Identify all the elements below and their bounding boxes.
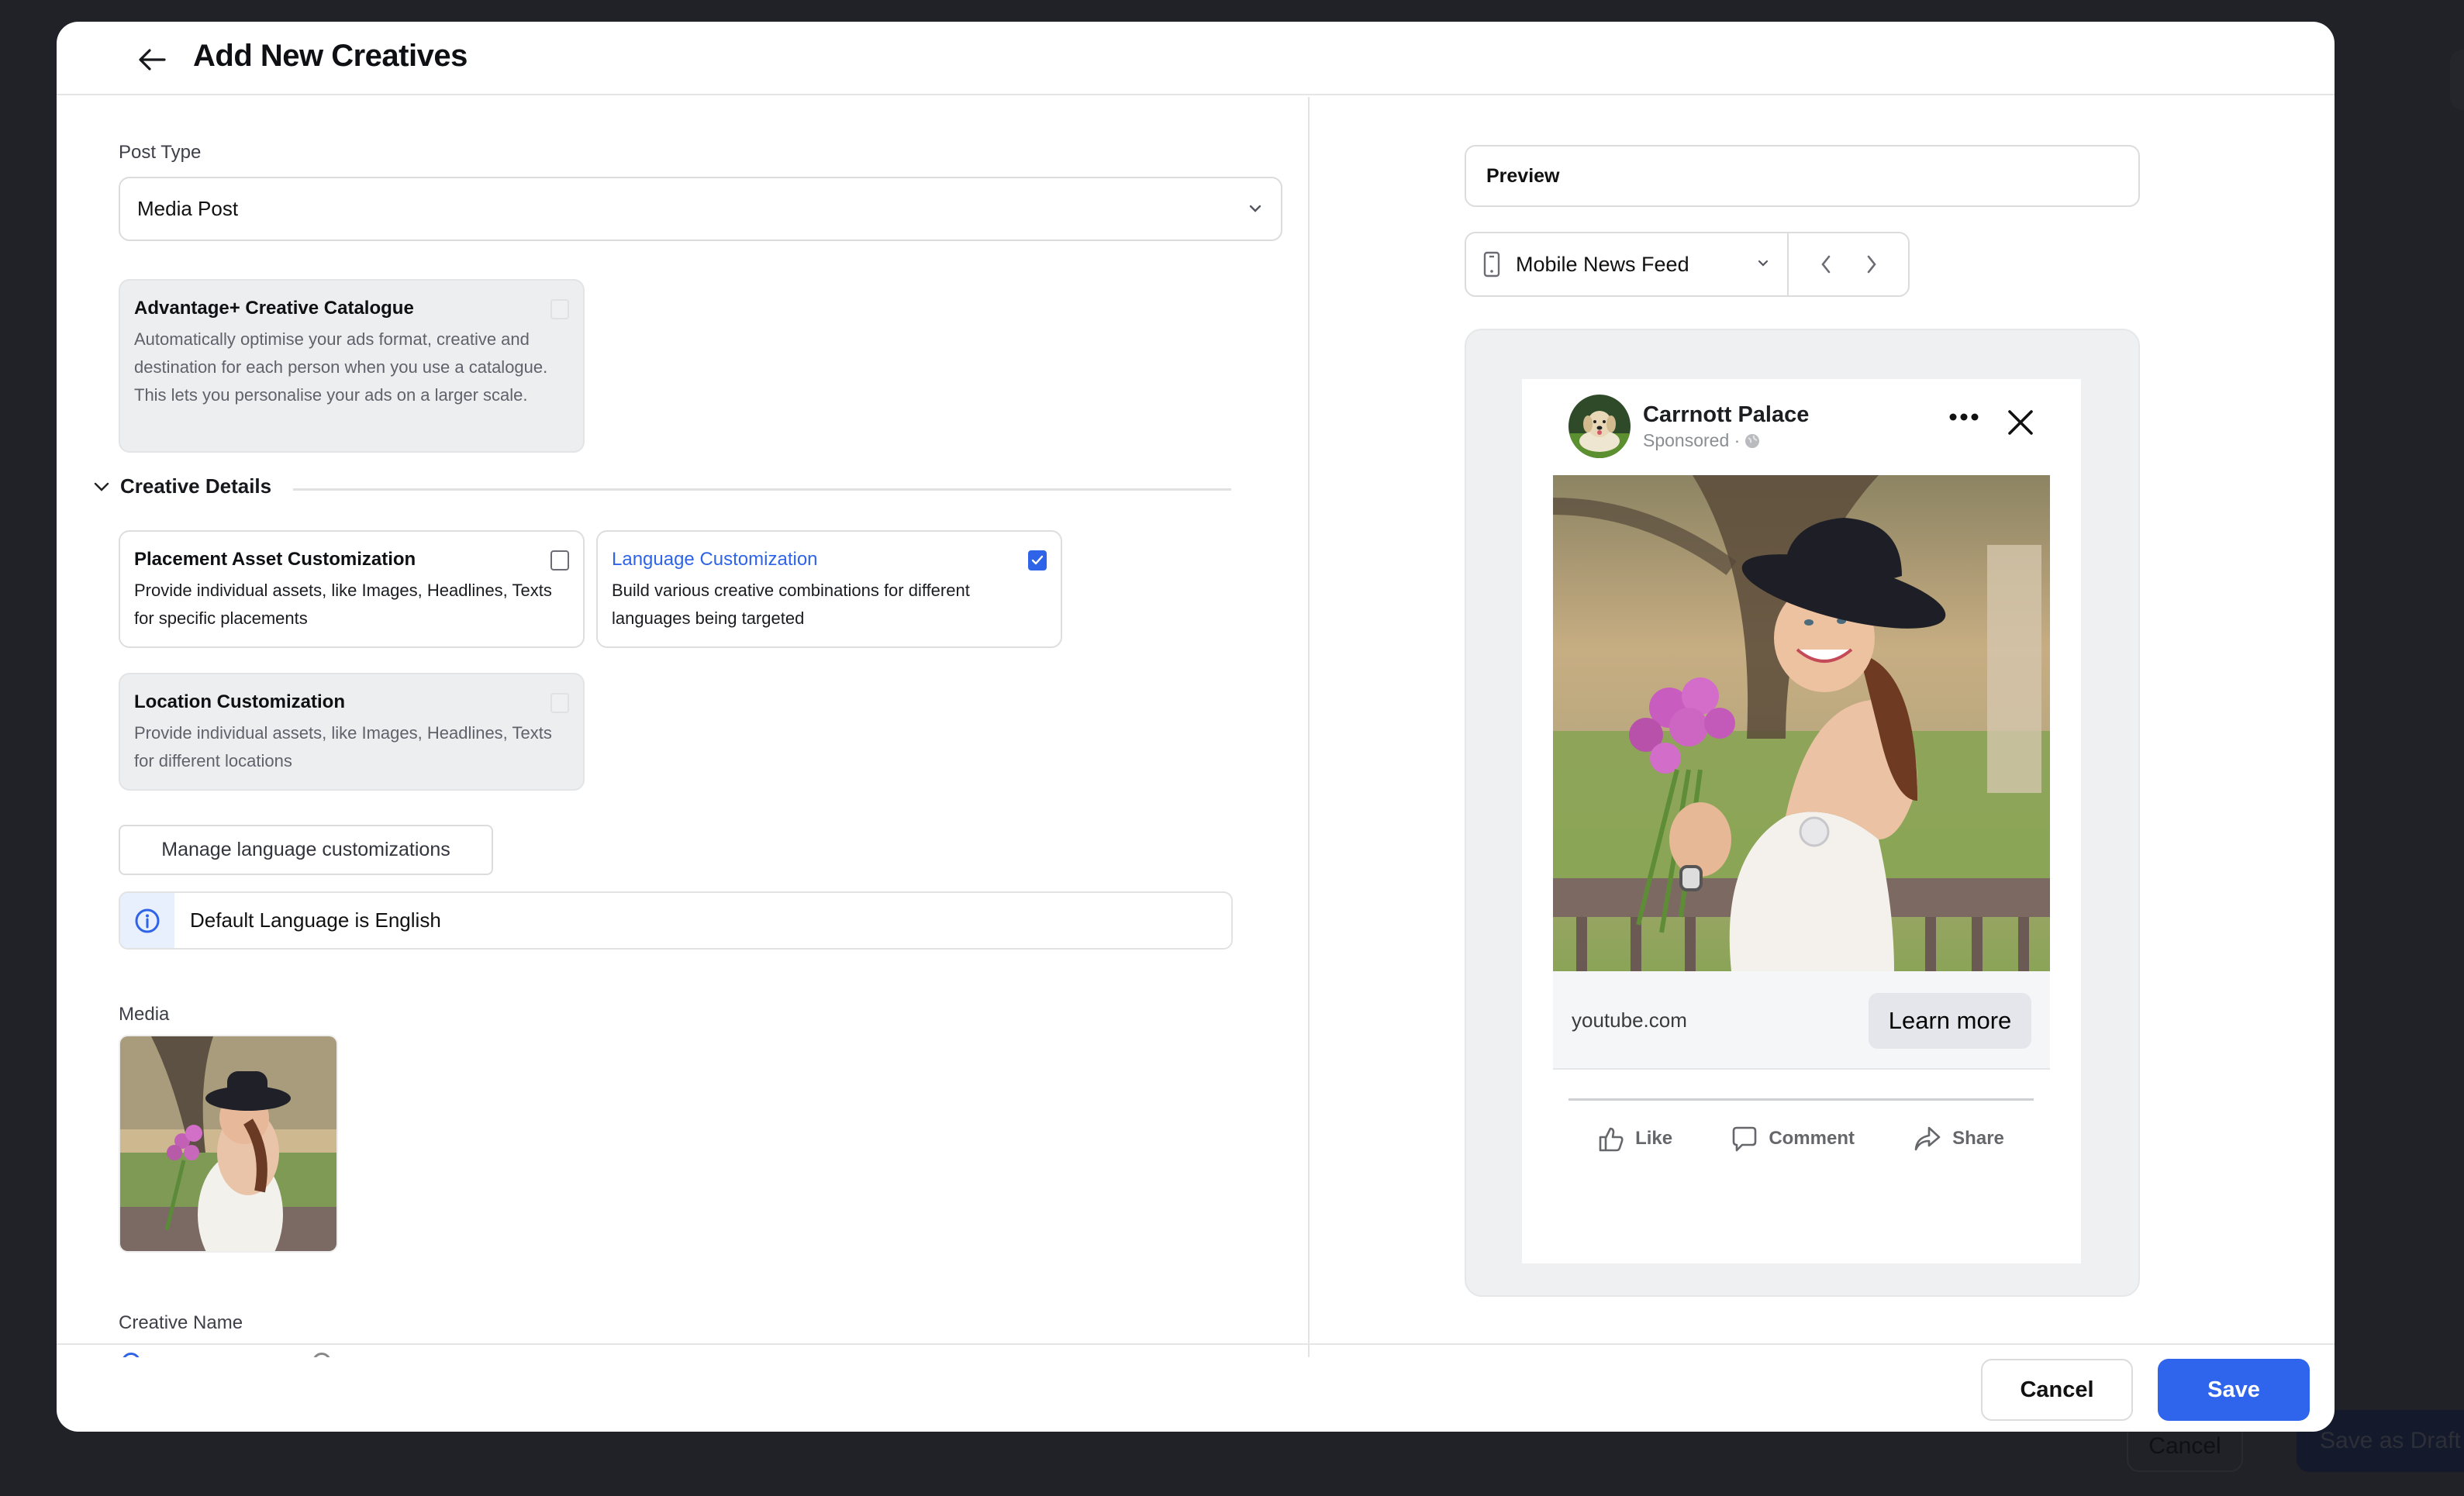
creative-details-toggle[interactable]: Creative Details [92,474,271,498]
location-customization-description: Provide individual assets, like Images, … [134,723,552,770]
default-language-banner: Default Language is English [119,891,1233,950]
comment-action[interactable]: Comment [1731,1125,1855,1152]
link-domain: youtube.com [1572,1008,1687,1032]
media-thumbnail[interactable] [119,1035,338,1253]
sponsored-text: Sponsored · [1643,430,1741,450]
learn-more-button[interactable]: Learn more [1869,993,2031,1049]
info-icon [135,908,160,932]
page-title: Add New Creatives [193,39,468,73]
previous-placement-button[interactable] [1810,249,1841,280]
chevron-down-icon [1758,260,1769,267]
language-customization-checkbox[interactable] [1028,550,1047,570]
post-cta-bar: youtube.com Learn more [1553,971,2050,1070]
share-icon [1914,1126,1941,1151]
language-customization-card[interactable]: Language Customization Build various cre… [596,530,1062,648]
like-action[interactable]: Like [1598,1125,1672,1152]
placement-customization-description: Provide individual assets, like Images, … [134,581,552,628]
creative-name-label: Creative Name [119,1312,243,1333]
placement-navigation [1789,233,1908,295]
manage-language-customizations-button[interactable]: Manage language customizations [119,825,493,875]
location-customization-title: Location Customization [134,691,345,712]
back-button[interactable] [133,40,171,79]
save-button[interactable]: Save [2158,1359,2310,1421]
more-options-button[interactable] [1948,412,1979,426]
preview-header: Preview [1465,145,2140,207]
placement-selector: Mobile News Feed [1465,232,1910,297]
creative-form: Post Type Media Post Advantage+ Creative… [57,97,1309,1357]
chevron-down-icon [94,482,109,491]
arrow-left-icon [139,49,166,71]
post-header: Carrnott Palace Sponsored · [1522,379,2081,475]
info-icon-container [120,893,174,948]
placement-customization-title: Placement Asset Customization [134,549,416,570]
language-customization-title: Language Customization [612,549,818,570]
page-name: Carrnott Palace [1643,402,1810,427]
add-creatives-modal: Add New Creatives Post Type Media Post A… [57,22,2335,1432]
cancel-button[interactable]: Cancel [1981,1359,2133,1421]
background-panel-edge [2450,50,2464,110]
hide-ad-button[interactable] [2007,408,2034,440]
section-divider [293,488,1231,491]
modal-footer: Cancel Save [57,1343,2335,1432]
modal-header: Add New Creatives [57,22,2335,95]
media-label: Media [119,1004,170,1025]
media-photo-image [120,1036,336,1251]
chevron-down-icon [1249,205,1261,212]
sponsored-label: Sponsored · [1643,430,1760,451]
placement-customization-card[interactable]: Placement Asset Customization Provide in… [119,530,585,648]
page-avatar [1568,395,1631,458]
advantage-catalogue-title: Advantage+ Creative Catalogue [134,298,414,319]
like-label: Like [1635,1128,1673,1149]
location-customization-checkbox[interactable] [550,693,569,713]
advantage-catalogue-checkbox[interactable] [550,299,569,319]
next-placement-button[interactable] [1856,249,1887,280]
post-media [1553,475,2050,971]
language-customization-description: Build various creative combinations for … [612,581,970,628]
ad-photo-image [1553,475,2050,971]
chevron-left-icon [1820,255,1830,274]
globe-icon [1745,433,1760,448]
share-label: Share [1952,1128,2004,1149]
post-actions: Like Comment Share [1568,1112,2034,1166]
facebook-post-preview: Carrnott Palace Sponsored · youtube.com … [1522,379,2081,1263]
comment-icon [1733,1126,1757,1152]
comment-label: Comment [1769,1128,1855,1149]
post-type-value: Media Post [137,197,239,220]
column-divider [1308,97,1310,1357]
post-type-select[interactable]: Media Post [119,177,1282,241]
check-icon [1031,555,1044,565]
ad-preview-frame: Carrnott Palace Sponsored · youtube.com … [1465,329,2140,1297]
placement-value: Mobile News Feed [1516,252,1689,276]
location-customization-card: Location Customization Provide individua… [119,673,585,791]
more-horizontal-icon [1949,413,1979,421]
chevron-right-icon [1867,255,1876,274]
share-action[interactable]: Share [1914,1125,2004,1152]
actions-divider [1568,1098,2034,1101]
thumbs-up-icon [1599,1127,1624,1152]
creative-details-title: Creative Details [120,474,272,498]
mobile-phone-icon [1483,251,1500,277]
placement-dropdown[interactable]: Mobile News Feed [1466,233,1789,295]
post-type-label: Post Type [119,142,202,163]
dog-avatar-image [1568,395,1631,458]
advantage-catalogue-card: Advantage+ Creative Catalogue Automatica… [119,279,585,453]
close-icon [2008,410,2033,435]
advantage-catalogue-description: Automatically optimise your ads format, … [134,329,548,405]
default-language-text: Default Language is English [190,908,441,932]
placement-customization-checkbox[interactable] [550,550,569,570]
